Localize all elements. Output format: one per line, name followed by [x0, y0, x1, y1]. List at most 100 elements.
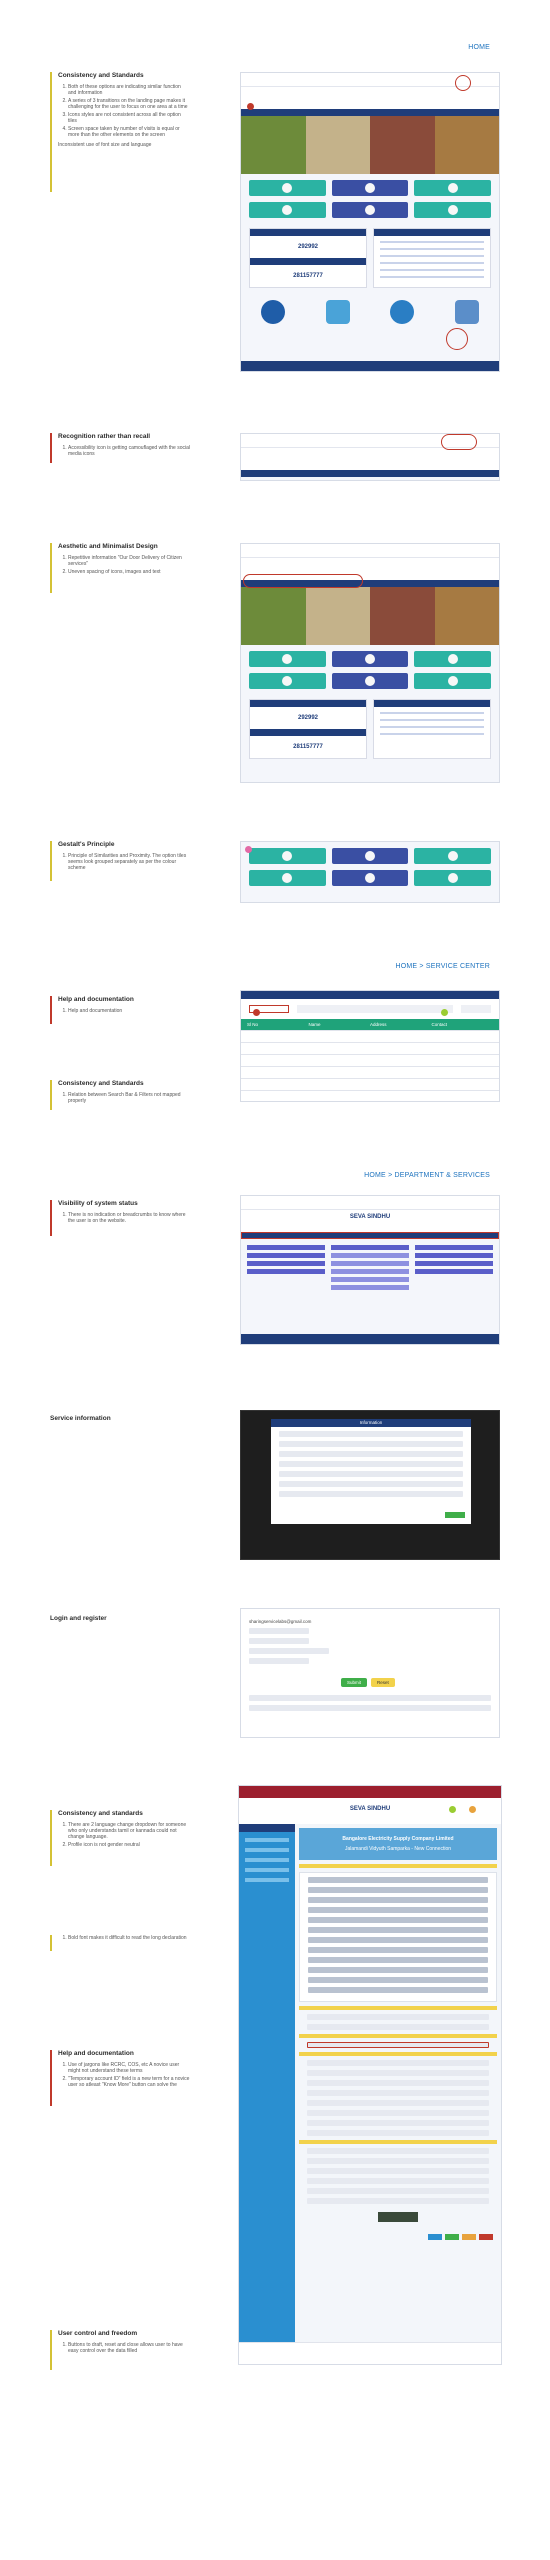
- captcha: [378, 2212, 418, 2222]
- note-item: A series of 3 transitions on the landing…: [68, 98, 190, 110]
- issue-highlight: [441, 434, 477, 450]
- section-label-dept-services: HOME > DEPARTMENT & SERVICES: [364, 1172, 490, 1179]
- note-consistency-1: Consistency and Standards Both of these …: [50, 72, 190, 192]
- note-item: Bold font makes it difficult to read the…: [68, 1935, 190, 1941]
- section-label-home: HOME: [468, 44, 490, 51]
- table-row: [241, 1043, 499, 1055]
- note-user-control: User control and freedom Buttons to draf…: [50, 2330, 190, 2370]
- site-footer: [241, 361, 499, 371]
- reset-button[interactable]: Reset: [371, 1678, 395, 1687]
- issue-dot: [253, 1009, 260, 1016]
- table-row: [241, 1031, 499, 1043]
- note-title: Service information: [50, 1415, 111, 1422]
- form-body: Bangalore Electricity Supply Company Lim…: [295, 1824, 501, 2342]
- note-item: Help and documentation: [68, 1008, 190, 1014]
- filter-field[interactable]: [297, 1005, 453, 1013]
- note-aesthetic: Aesthetic and Minimalist Design Repetiti…: [50, 543, 190, 593]
- form-footer: [239, 2342, 501, 2364]
- service-tile[interactable]: [331, 202, 409, 218]
- service-tiles: [241, 174, 499, 224]
- note-item: Profile icon is not gender neutral: [68, 1842, 190, 1848]
- screenshot-dept-services: SEVA SINDHU: [240, 1195, 500, 1345]
- reset-button[interactable]: [462, 2234, 476, 2240]
- note-item: Icons styles are not consistent across a…: [68, 112, 190, 124]
- screenshot-login: sharingservicelabs@gmail.com Submit Rese…: [240, 1608, 500, 1738]
- note-item: Screen space taken by number of visits i…: [68, 126, 190, 138]
- note-item: Both of these options are indicating sim…: [68, 84, 190, 96]
- screenshot-service-center: Sl No Name Address Contact: [240, 990, 500, 1102]
- today-count: 281157777: [293, 744, 323, 750]
- screenshot-service-info: Information: [240, 1410, 500, 1560]
- site-title: SEVA SINDHU: [349, 1214, 391, 1220]
- service-tile[interactable]: [414, 180, 491, 196]
- visits-count: 292992: [297, 715, 319, 721]
- issue-highlight: [446, 328, 468, 350]
- visits-panel: 292992 281157777: [249, 228, 367, 288]
- note-title: Login and register: [50, 1615, 107, 1622]
- issue-dot: [247, 103, 254, 110]
- table-row: [241, 1055, 499, 1067]
- column-header: Sl No: [247, 1022, 259, 1027]
- screenshot-aesthetic: 292992 281157777: [240, 543, 500, 783]
- close-button[interactable]: [479, 2234, 493, 2240]
- note-title: Help and documentation: [58, 2050, 134, 2057]
- issue-dot: [469, 1806, 476, 1813]
- note-item: Accessibility icon is getting camouflage…: [68, 445, 190, 457]
- note-recognition: Recognition rather than recall Accessibi…: [50, 433, 190, 463]
- note-title: User control and freedom: [58, 2330, 138, 2337]
- issue-dot: [245, 846, 252, 853]
- note-item: Principle of Similarities and Proximity.…: [68, 853, 190, 871]
- issue-highlight: [455, 75, 471, 91]
- note-title: Consistency and Standards: [58, 1080, 144, 1087]
- sidebar: [239, 1824, 295, 2342]
- note-consistency-3: Consistency and standards There are 2 la…: [50, 1810, 190, 1866]
- note-service-info: Service information: [50, 1415, 190, 1427]
- table-row: [241, 1067, 499, 1079]
- note-bold-font: Bold font makes it difficult to read the…: [50, 1935, 190, 1951]
- note-item: Use of jargons like RCRC, COS, etc A nov…: [68, 2062, 190, 2074]
- note-item: Uneven spacing of icons, images and text: [68, 569, 190, 575]
- logo-carousel: [241, 292, 499, 332]
- dialog-close-button[interactable]: [445, 1512, 465, 1518]
- note-item: Buttons to draft, reset and close allows…: [68, 2342, 190, 2354]
- column-header: Name: [308, 1022, 321, 1027]
- latest-news-panel: [373, 228, 491, 288]
- hero-banner: [241, 116, 499, 174]
- submit-button[interactable]: [445, 2234, 459, 2240]
- service-tile[interactable]: [331, 180, 409, 196]
- draft-button[interactable]: [428, 2234, 442, 2240]
- table-row: [241, 1079, 499, 1091]
- note-item: "Temporary account ID" field is a new te…: [68, 2076, 190, 2088]
- service-tile[interactable]: [249, 180, 326, 196]
- service-tile[interactable]: [249, 202, 326, 218]
- note-item: There are 2 language change dropdown for…: [68, 1822, 190, 1840]
- column-header: Contact: [431, 1022, 448, 1027]
- note-help-2: Help and documentation Use of jargons li…: [50, 2050, 190, 2106]
- screenshot-home: 292992 281157777: [240, 72, 500, 372]
- note-title: Consistency and standards: [58, 1810, 143, 1817]
- table-header: Sl No Name Address Contact: [241, 1019, 499, 1031]
- note-title: Consistency and Standards: [58, 72, 144, 79]
- note-title: Recognition rather than recall: [58, 433, 151, 440]
- note-consistency-2: Consistency and Standards Relation betwe…: [50, 1080, 190, 1110]
- visits-count: 292992: [297, 244, 319, 250]
- note-login: Login and register: [50, 1615, 190, 1627]
- note-help-1: Help and documentation Help and document…: [50, 996, 190, 1024]
- note-item: Relation between Search Bar & Filters no…: [68, 1092, 190, 1104]
- filter-field[interactable]: [461, 1005, 491, 1013]
- note-title: Visibility of system status: [58, 1200, 138, 1207]
- nav-bar: [241, 109, 499, 116]
- note-item: Repetitive information "Our Door Deliver…: [68, 555, 190, 567]
- screenshot-recognition: [240, 433, 500, 481]
- submit-button[interactable]: Submit: [341, 1678, 368, 1687]
- info-dialog: Information: [271, 1419, 471, 1524]
- form-service: Jalamandi Vidyuth Samparka - New Connect…: [344, 1846, 452, 1852]
- top-strip: [239, 1786, 501, 1798]
- screenshot-gestalt: [240, 841, 500, 903]
- site-title: SEVA SINDHU: [349, 1806, 391, 1812]
- service-tile[interactable]: [414, 202, 491, 218]
- issue-dot: [441, 1009, 448, 1016]
- note-visibility: Visibility of system status There is no …: [50, 1200, 190, 1236]
- note-title: Gestalt's Principle: [58, 841, 115, 848]
- note-extra: Inconsistent use of font size and langua…: [58, 142, 152, 148]
